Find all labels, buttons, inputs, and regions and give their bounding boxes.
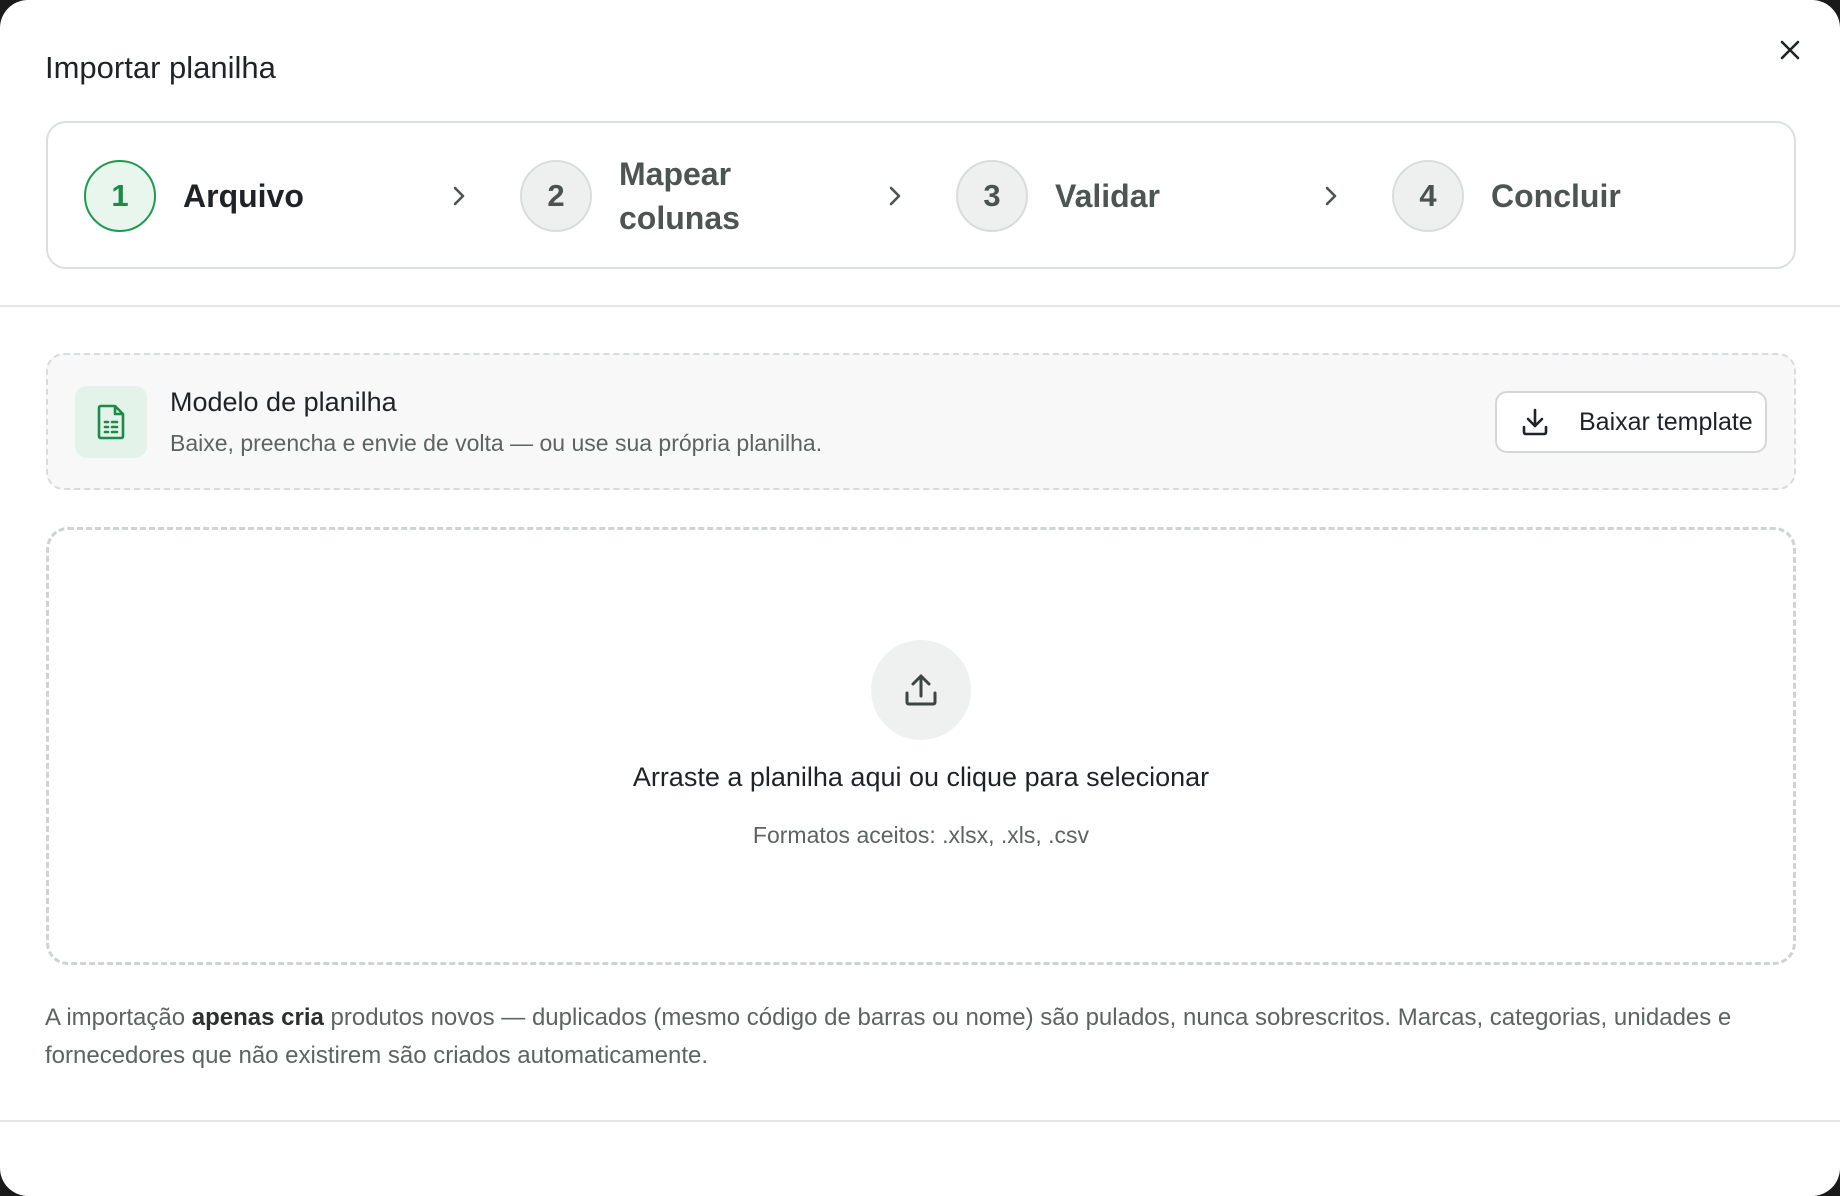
step-label: Arquivo (183, 178, 304, 214)
step-number: 2 (520, 160, 592, 232)
step-number: 3 (956, 160, 1028, 232)
chevron-right-icon (889, 186, 901, 206)
close-icon (1780, 40, 1800, 60)
chevron-right-icon (1325, 186, 1337, 206)
step-file: 1 Arquivo (84, 159, 304, 233)
dropzone-formats: Formatos aceitos: .xlsx, .xls, .csv (752, 822, 1090, 848)
file-dropzone[interactable]: Arraste a planilha aqui ou clique para s… (46, 527, 1796, 965)
chevron-right-icon (453, 186, 465, 206)
note-emphasis: apenas cria (191, 1004, 324, 1031)
step-finish: 4 Concluir (1392, 159, 1621, 233)
divider (0, 305, 1840, 307)
import-stepper: 1 Arquivo 2 Mapear colunas 3 Validar 4 C… (46, 121, 1796, 269)
import-note: A importação apenas cria produtos novos … (45, 1004, 1732, 1069)
step-label: Validar (1055, 178, 1160, 214)
close-button[interactable] (1772, 32, 1808, 68)
step-label: Concluir (1491, 178, 1621, 214)
step-number: 1 (84, 160, 156, 232)
import-dialog: Importar planilha 1 Arquivo 2 Mapear col… (0, 0, 1840, 1196)
step-map-columns: 2 Mapear colunas (520, 156, 779, 236)
divider (0, 1120, 1840, 1122)
download-template-label: Baixar template (1579, 407, 1753, 436)
dialog-title: Importar planilha (45, 50, 276, 85)
file-spreadsheet-icon (75, 386, 147, 458)
download-template-button[interactable]: Baixar template (1495, 391, 1767, 453)
template-description: Baixe, preencha e envie de volta — ou us… (170, 430, 823, 456)
step-validate: 3 Validar (956, 159, 1160, 233)
dropzone-title: Arraste a planilha aqui ou clique para s… (632, 762, 1210, 792)
step-label: Mapear colunas (619, 156, 740, 236)
download-icon (1519, 406, 1551, 438)
template-card: Modelo de planilha Baixe, preencha e env… (46, 353, 1796, 490)
template-title: Modelo de planilha (170, 387, 397, 417)
step-number: 4 (1392, 160, 1464, 232)
upload-icon (871, 640, 971, 740)
